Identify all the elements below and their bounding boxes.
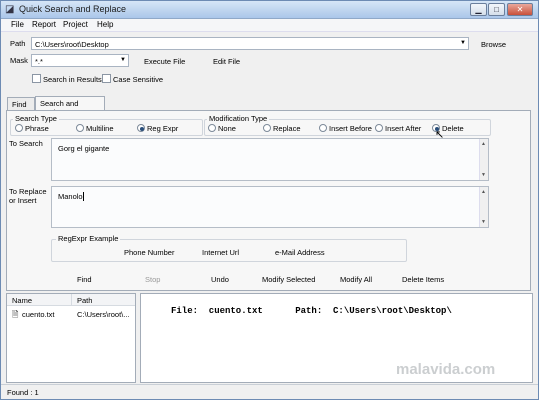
chevron-down-icon[interactable]: ▼ — [120, 57, 126, 63]
close-button[interactable]: ✕ — [507, 3, 533, 16]
list-item-name: cuento.txt — [22, 310, 55, 319]
stop-button[interactable]: Stop — [145, 275, 160, 284]
radio-reg-expr[interactable] — [137, 124, 145, 132]
tab-find[interactable]: Find — [7, 97, 35, 110]
tab-search-and-replace[interactable]: Search and Replace — [35, 96, 105, 117]
path-label: Path — [10, 39, 26, 48]
column-divider[interactable] — [71, 294, 72, 306]
email-address-button[interactable]: e-Mail Address — [275, 248, 325, 257]
radio-insert-before-label: Insert Before — [329, 124, 372, 133]
path-combobox[interactable]: C:\Users\root\Desktop ▼ — [31, 37, 469, 50]
text-cursor — [82, 192, 84, 201]
title-bar: ◪ Quick Search and Replace ▁ □ ✕ — [1, 1, 538, 19]
to-search-value: Gorg el gigante — [58, 144, 110, 153]
radio-none-label: None — [218, 124, 236, 133]
to-search-label: To Search — [9, 139, 43, 148]
radio-delete-label: Delete — [442, 124, 464, 133]
to-search-textarea[interactable]: Gorg el gigante ▲ ▼ — [51, 138, 489, 181]
scroll-up-icon[interactable]: ▲ — [481, 189, 486, 195]
mask-combobox[interactable]: *.* ▼ — [31, 54, 129, 67]
mask-value: *.* — [35, 57, 43, 66]
menu-help[interactable]: Help — [97, 20, 113, 29]
menu-project[interactable]: Project — [63, 20, 88, 29]
modification-type-title: Modification Type — [207, 114, 270, 123]
radio-none[interactable] — [208, 124, 216, 132]
column-name-header[interactable]: Name — [12, 296, 32, 305]
watermark-logo: malavida.com — [396, 361, 496, 378]
minimize-icon: ▁ — [475, 5, 482, 14]
radio-reg-expr-label: Reg Expr — [147, 124, 179, 133]
case-sensitive-checkbox[interactable] — [102, 74, 111, 83]
undo-button[interactable]: Undo — [211, 275, 229, 284]
results-list: Name Path 🗎 cuento.txt C:\Users\root\... — [6, 293, 136, 383]
to-replace-value: Manolo — [58, 192, 83, 201]
close-icon: ✕ — [516, 5, 524, 14]
mask-label: Mask — [10, 56, 28, 65]
internet-url-button[interactable]: Internet Url — [202, 248, 239, 257]
status-text: Found : 1 — [7, 388, 39, 397]
app-window: ◪ Quick Search and Replace ▁ □ ✕ File Re… — [0, 0, 539, 400]
to-search-scrollbar[interactable]: ▲ ▼ — [479, 139, 488, 180]
scroll-up-icon[interactable]: ▲ — [481, 141, 486, 147]
file-icon: 🗎 — [12, 310, 19, 319]
phone-number-button[interactable]: Phone Number — [124, 248, 174, 257]
modify-selected-button[interactable]: Modify Selected — [262, 275, 315, 284]
maximize-button[interactable]: □ — [488, 3, 505, 16]
list-item-path: C:\Users\root\... — [77, 310, 130, 319]
list-item[interactable]: 🗎 cuento.txt C:\Users\root\... — [7, 308, 135, 320]
edit-file-button[interactable]: Edit File — [213, 57, 240, 66]
to-replace-scrollbar[interactable]: ▲ ▼ — [479, 187, 488, 227]
radio-insert-before[interactable] — [319, 124, 327, 132]
find-button[interactable]: Find — [77, 275, 92, 284]
menu-bar: File Report Project Help — [1, 19, 538, 32]
radio-insert-after[interactable] — [375, 124, 383, 132]
radio-multiline[interactable] — [76, 124, 84, 132]
delete-items-button[interactable]: Delete Items — [402, 275, 444, 284]
app-icon: ◪ — [5, 4, 15, 15]
regexpr-example-title: RegExpr Example — [56, 234, 121, 243]
minimize-button[interactable]: ▁ — [470, 3, 487, 16]
menu-report[interactable]: Report — [32, 20, 56, 29]
tab-panel: Search Type Phrase Multiline Reg Expr Mo… — [6, 110, 531, 291]
to-replace-textarea[interactable]: Manolo ▲ ▼ — [51, 186, 489, 228]
path-value: C:\Users\root\Desktop — [35, 40, 109, 49]
search-type-title: Search Type — [13, 114, 59, 123]
list-header: Name Path — [7, 294, 135, 306]
window-title: Quick Search and Replace — [19, 4, 127, 14]
modify-all-button[interactable]: Modify All — [340, 275, 372, 284]
radio-replace-label: Replace — [273, 124, 301, 133]
result-text: File: cuento.txt Path: C:\Users\root\Des… — [171, 306, 452, 316]
radio-replace[interactable] — [263, 124, 271, 132]
browse-button[interactable]: Browse — [481, 40, 506, 49]
search-in-results-label: Search in Results — [43, 75, 102, 84]
radio-phrase[interactable] — [15, 124, 23, 132]
search-in-results-checkbox[interactable] — [32, 74, 41, 83]
scroll-down-icon[interactable]: ▼ — [481, 172, 486, 178]
radio-phrase-label: Phrase — [25, 124, 49, 133]
radio-multiline-label: Multiline — [86, 124, 114, 133]
menu-file[interactable]: File — [11, 20, 24, 29]
column-path-header[interactable]: Path — [77, 296, 92, 305]
chevron-down-icon[interactable]: ▼ — [460, 40, 466, 46]
to-replace-label: To Replace or Insert — [9, 187, 47, 205]
case-sensitive-label: Case Sensitive — [113, 75, 164, 84]
maximize-icon: □ — [494, 5, 499, 14]
radio-insert-after-label: Insert After — [385, 124, 422, 133]
scroll-down-icon[interactable]: ▼ — [481, 219, 486, 225]
status-bar: Found : 1 — [1, 384, 538, 399]
execute-file-button[interactable]: Execute File — [144, 57, 185, 66]
